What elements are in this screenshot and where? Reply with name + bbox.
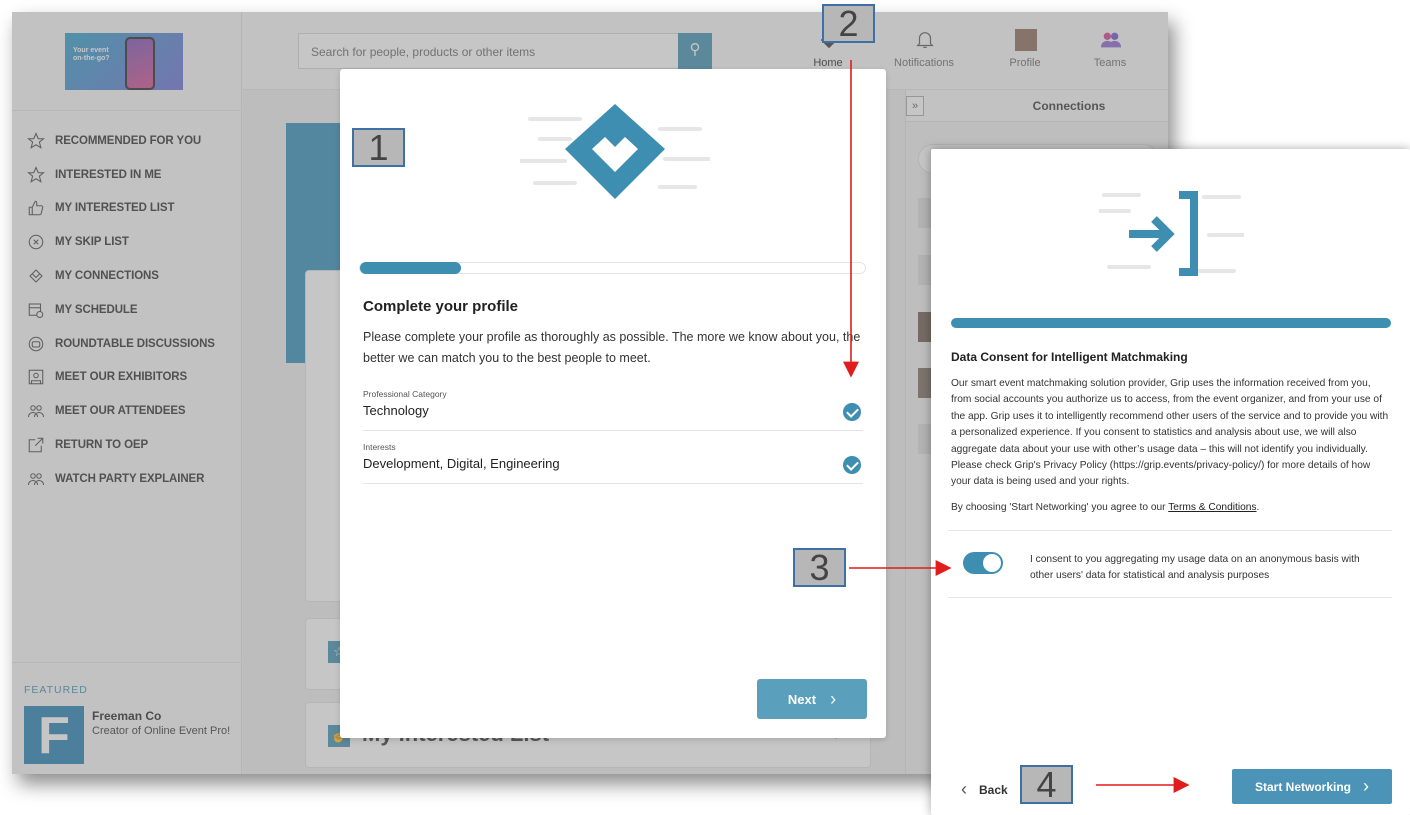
step-marker-2: 2 bbox=[822, 4, 875, 43]
screenshot-root: Your event on-the-go? RECOMMENDED FOR YO… bbox=[0, 0, 1410, 815]
annotation-arrows bbox=[843, 60, 1190, 793]
step-marker-4: 4 bbox=[1020, 765, 1073, 804]
step-marker-1: 1 bbox=[352, 128, 405, 167]
step-marker-3: 3 bbox=[793, 548, 846, 587]
